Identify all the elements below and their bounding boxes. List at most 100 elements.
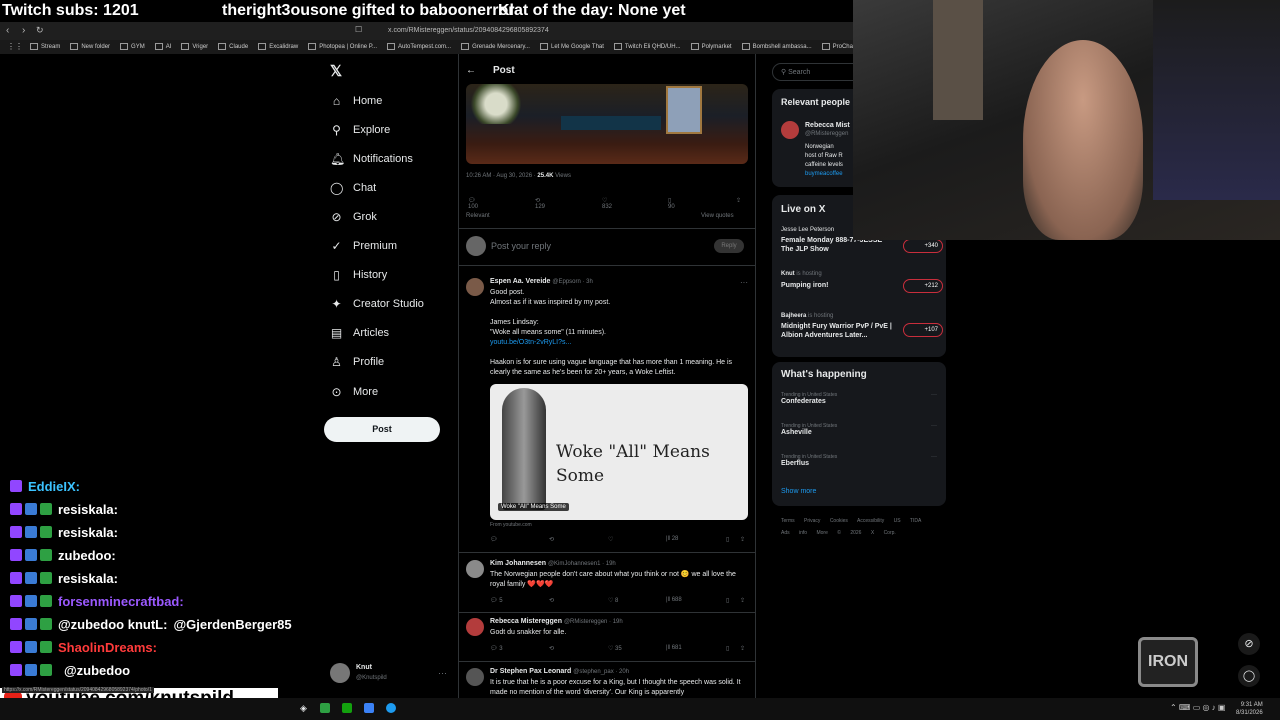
live-item[interactable]: Knut is hosting Pumping iron! +212 xyxy=(781,271,943,293)
view-quotes-link[interactable]: View quotes xyxy=(701,213,734,219)
repost-action[interactable]: ⟲ 129 xyxy=(535,197,545,210)
nav-history[interactable]: ▯ History xyxy=(330,265,387,285)
footer-link[interactable]: US TIDA xyxy=(894,518,921,524)
bookmark-item[interactable]: AutoTempest.com... xyxy=(387,43,451,50)
footer-link[interactable]: Privacy xyxy=(804,518,820,524)
footer-link[interactable]: Terms xyxy=(781,518,795,524)
bookmark-item[interactable]: Excalidraw xyxy=(258,43,298,50)
app-icon[interactable] xyxy=(320,703,330,713)
nav-more[interactable]: ⊙ More xyxy=(330,382,378,402)
show-more-link[interactable]: Show more xyxy=(781,488,816,495)
share-icon[interactable]: ⇪ xyxy=(736,197,741,204)
post-image[interactable] xyxy=(466,84,748,164)
search-input[interactable]: ⚲ Search xyxy=(772,63,862,81)
reply-link[interactable]: youtu.be/O3tn-2vRyLI?s... xyxy=(490,338,748,348)
trend-more-icon[interactable]: ··· xyxy=(931,423,937,429)
bookmark-item[interactable]: Polymarket xyxy=(691,43,732,50)
apps-icon[interactable]: ⋮⋮ xyxy=(7,42,23,51)
like-icon[interactable]: ♡ 35 xyxy=(608,645,622,652)
person-avatar[interactable] xyxy=(781,121,799,139)
reply-author[interactable]: Dr Stephen Pax Leonard xyxy=(490,668,571,675)
back-arrow-icon[interactable]: ← xyxy=(466,65,476,76)
bookmark-item[interactable]: AI xyxy=(155,43,172,50)
repost-icon[interactable]: ⟲ xyxy=(549,645,554,652)
bookmark-item[interactable]: Bombshell ambassa... xyxy=(742,43,812,50)
bookmark-item[interactable]: GYM xyxy=(120,43,145,50)
nav-chat[interactable]: ◯ Chat xyxy=(330,178,376,198)
reply-author[interactable]: Espen Aa. Vereide xyxy=(490,278,550,285)
x-logo-icon[interactable]: 𝕏 xyxy=(330,62,342,80)
trend-item[interactable]: Trending in United States Eberflus ··· xyxy=(781,454,941,467)
share-icon[interactable]: ⇪ xyxy=(740,597,745,604)
youtube-card[interactable]: Woke "All" Means Some Woke "All" Means S… xyxy=(490,384,748,520)
nav-creator-studio[interactable]: ✦ Creator Studio xyxy=(330,294,423,314)
account-avatar[interactable] xyxy=(330,663,350,683)
like-icon[interactable]: ♡ xyxy=(608,536,613,543)
views-stat[interactable]: |‖ 688 xyxy=(666,597,682,603)
repost-icon[interactable]: ⟲ xyxy=(549,597,554,604)
nav-articles[interactable]: ▤ Articles xyxy=(330,323,389,343)
bookmark-action[interactable]: ▯ 90 xyxy=(668,197,675,210)
reload-icon[interactable]: ↻ xyxy=(36,25,44,36)
trend-item[interactable]: Trending in United States Confederates ·… xyxy=(781,392,941,405)
nav-notifications[interactable]: 🔔︎ Notifications xyxy=(330,149,413,169)
share-icon[interactable]: ⇪ xyxy=(740,645,745,652)
post-button[interactable]: Post xyxy=(324,417,440,442)
person-name[interactable]: Rebecca Mist xyxy=(805,122,850,129)
bookmark-item[interactable]: Vriger xyxy=(181,43,208,50)
footer-link[interactable]: Accessibility xyxy=(857,518,884,524)
messages-float-icon[interactable]: ◯ xyxy=(1238,665,1260,687)
address-input[interactable]: x.com/RMistereggen/status/20940842968058… xyxy=(388,27,549,34)
reply-action[interactable]: 💬︎ 100 xyxy=(468,197,478,210)
reply-author[interactable]: Rebecca Mistereggen xyxy=(490,618,562,625)
trend-more-icon[interactable]: ··· xyxy=(931,392,937,398)
bookmark-item[interactable]: Let Me Google That xyxy=(540,43,604,50)
bookmark-item[interactable]: Twitch Eli QHD/UH... xyxy=(614,43,681,50)
back-icon[interactable]: ‹ xyxy=(6,25,9,36)
bookmark-item[interactable]: New folder xyxy=(70,43,110,50)
like-action[interactable]: ♡ 832 xyxy=(602,197,612,210)
nav-grok[interactable]: ⊘ Grok xyxy=(330,207,376,227)
forward-icon[interactable]: › xyxy=(22,25,25,36)
reply-input[interactable]: Post your reply xyxy=(491,241,551,251)
sort-dropdown[interactable]: Relevant xyxy=(466,213,490,219)
footer-link[interactable]: Cookies xyxy=(830,518,848,524)
bookmark-icon[interactable]: ▯ xyxy=(726,597,729,604)
nav-premium[interactable]: ✓ Premium xyxy=(330,236,397,256)
account-more-icon[interactable]: ··· xyxy=(438,668,447,678)
more-options-icon[interactable]: ··· xyxy=(740,278,748,287)
reply-icon[interactable]: 💬︎ 3 xyxy=(490,645,503,652)
views-stat[interactable]: |‖ 28 xyxy=(666,536,678,542)
bookmark-item[interactable]: Claude xyxy=(218,43,248,50)
trend-item[interactable]: Trending in United States Asheville ··· xyxy=(781,423,941,436)
tray-icons[interactable]: ⌃ ⌨ ▭ ◎ ♪ ▣ xyxy=(1170,703,1225,712)
like-icon[interactable]: ♡ 8 xyxy=(608,597,618,604)
reply-author[interactable]: Kim Johannesen xyxy=(490,560,546,567)
grok-float-icon[interactable]: ⊘ xyxy=(1238,633,1260,655)
nav-home[interactable]: ⌂ Home xyxy=(330,91,382,111)
repost-icon[interactable]: ⟲ xyxy=(549,536,554,543)
reply-icon[interactable]: 💬︎ 5 xyxy=(490,597,503,604)
bookmark-item[interactable]: ProChat - The xyxy=(822,43,855,50)
footer-link[interactable]: More xyxy=(816,530,827,536)
bookmark-item[interactable]: Stream xyxy=(30,43,60,50)
app-icon[interactable] xyxy=(342,703,352,713)
bookmark-item[interactable]: Grenade Mercenary... xyxy=(461,43,530,50)
bookmark-item[interactable]: Photopea | Online P... xyxy=(308,43,377,50)
views-stat[interactable]: |‖ 681 xyxy=(666,645,682,651)
bookmark-icon[interactable]: ▯ xyxy=(726,536,729,543)
chrome-icon[interactable] xyxy=(386,703,396,713)
bookmark-icon[interactable]: ☐ xyxy=(355,25,362,34)
live-item[interactable]: Bajheera is hosting Midnight Fury Warrio… xyxy=(781,313,943,340)
nav-profile[interactable]: ♙ Profile xyxy=(330,352,384,372)
footer-link[interactable]: Ads info xyxy=(781,530,807,536)
trend-more-icon[interactable]: ··· xyxy=(931,454,937,460)
reply-button[interactable]: Reply xyxy=(714,239,744,253)
reply-icon[interactable]: 💬︎ xyxy=(490,536,498,543)
bookmark-icon[interactable]: ▯ xyxy=(726,645,729,652)
nav-explore[interactable]: ⚲ Explore xyxy=(330,120,390,140)
bio-link[interactable]: buymeacoffee xyxy=(805,170,843,179)
start-icon[interactable]: ◈ xyxy=(300,703,307,714)
app-icon[interactable] xyxy=(364,703,374,713)
share-icon[interactable]: ⇪ xyxy=(740,536,745,543)
